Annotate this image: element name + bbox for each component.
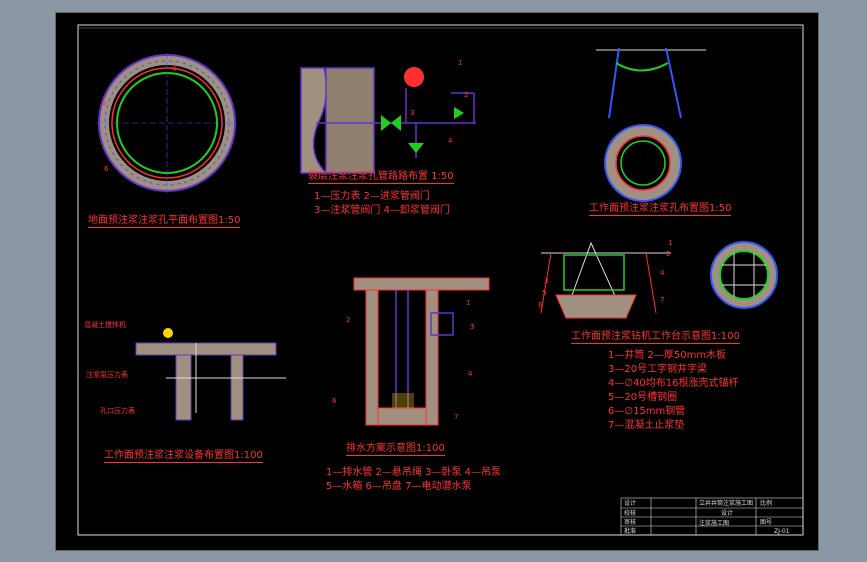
equipment-label-gauge: 孔口压力表	[100, 407, 135, 415]
drain-mark-6: 6	[332, 397, 337, 405]
title-block-sub: 设计	[721, 510, 734, 517]
title-block-drawing-name: 注浆施工图	[699, 520, 730, 527]
equipment-label-pump: 注浆泵压力表	[86, 371, 128, 379]
pipe-legend-2: 3—注浆管阀门 4—卸浆管阀门	[314, 205, 450, 216]
drain-mark-3: 3	[470, 323, 475, 331]
drain-mark-2: 2	[346, 316, 351, 324]
work-face-title: 工作面预注浆注浆孔布置图1:50	[589, 203, 732, 216]
drainage-title: 排水方案示意图1:100	[346, 443, 445, 456]
drill-mark-4: 4	[660, 269, 665, 277]
title-block-header: 立井井筒注浆施工图	[699, 500, 754, 507]
drill-mark-1: 1	[668, 239, 673, 247]
pipe-mark-4: 4	[448, 137, 453, 145]
title-block-number: ZJ-01	[774, 528, 790, 535]
drill-mark-2: 2	[666, 250, 671, 258]
drill-legend-1: 1—井筒 2—厚50mm木板	[608, 350, 727, 361]
drill-legend-5: 6—∅15mm钢管	[608, 406, 686, 417]
title-block-number-label: 图号	[760, 519, 773, 526]
ground-mark-5: 5	[102, 99, 107, 107]
title-block-scale: 比例	[760, 500, 773, 507]
title-block-field-1: 设计	[624, 500, 637, 507]
drill-legend-2: 3—20号工字钢井字梁	[608, 364, 708, 375]
pipe-mark-3: 3	[410, 109, 415, 117]
drill-mark-5: 5	[542, 289, 547, 297]
pipe-mark-1: 1	[458, 59, 463, 67]
drill-platform-figure	[540, 241, 778, 319]
drill-legend-4: 5—20号槽钢圈	[608, 392, 678, 403]
title-block-field-4: 批准	[624, 528, 637, 535]
equipment-title: 工作面预注浆注浆设备布置图1:100	[104, 450, 263, 463]
pipe-arrangement-title: 裂层注浆注浆孔管路路布置 1:50	[308, 171, 454, 184]
drainage-legend-1: 1—排水管 2—悬吊绳 3—卧泵 4—吊泵	[326, 467, 501, 478]
drain-mark-4: 4	[468, 370, 473, 378]
ground-plan-figure	[96, 53, 238, 193]
ground-plan-title: 地面预注浆注浆孔平面布置图1:50	[88, 215, 241, 228]
equipment-figure	[135, 328, 286, 421]
title-block-field-3: 审核	[624, 519, 637, 526]
ground-mark-6: 6	[104, 165, 109, 173]
drill-legend-3: 4—∅40均布16根涨壳式锚杆	[608, 378, 739, 389]
title-block-field-2: 校核	[624, 510, 637, 517]
pipe-figure	[300, 67, 476, 174]
drainage-legend-2: 5—水箱 6—吊盘 7—电动潜水泵	[326, 481, 472, 492]
drill-mark-6: 6	[538, 301, 543, 309]
drill-platform-title: 工作面预注浆钻机工作台示意图1:100	[571, 331, 740, 344]
drain-mark-1: 1	[466, 299, 471, 307]
pipe-mark-2: 2	[464, 91, 469, 99]
drain-mark-7: 7	[454, 413, 459, 421]
equipment-label-mixer: 混凝土搅拌机	[84, 321, 126, 329]
drill-legend-6: 7—混凝土止浆垫	[608, 420, 685, 431]
drill-mark-3: 3	[544, 277, 549, 285]
work-face-figure	[596, 47, 706, 202]
ground-mark-4: 4	[172, 65, 177, 73]
pipe-legend-1: 1—压力表 2—进浆管阀门	[314, 191, 430, 202]
drill-mark-7: 7	[660, 296, 665, 304]
drawing-sheet: 地面预注浆注浆孔平面布置图1:50 裂层注浆注浆孔管路路布置 1:50 1—压力…	[55, 12, 819, 551]
